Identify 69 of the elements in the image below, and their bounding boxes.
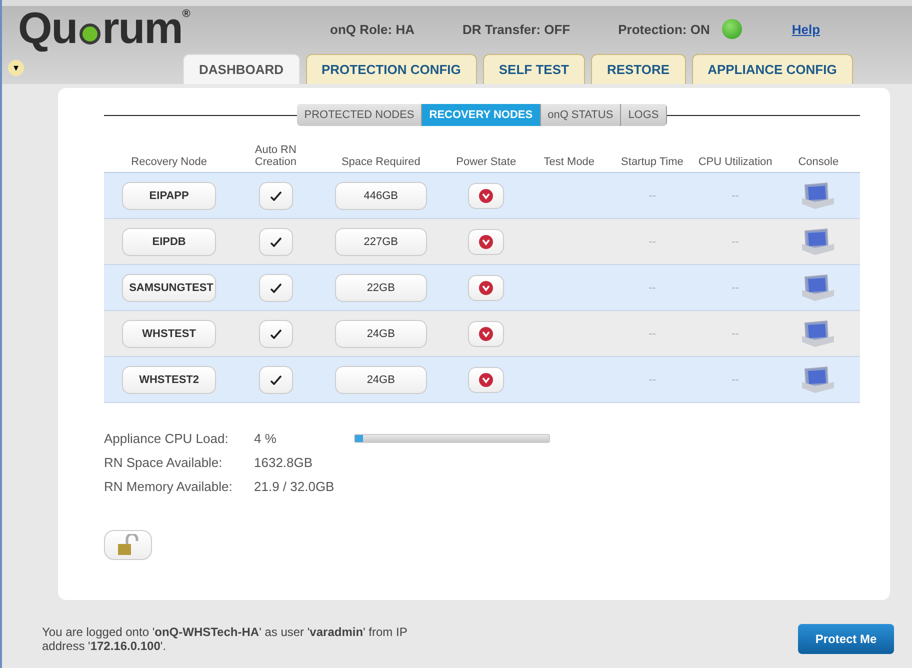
node-name-button[interactable]: SAMSUNGTEST <box>122 274 216 302</box>
monitor-icon[interactable] <box>801 182 836 210</box>
cpu-load-value: 4 % <box>254 431 278 446</box>
power-button[interactable] <box>468 228 504 254</box>
unlock-button[interactable] <box>104 530 152 560</box>
cpu-load-label: Appliance CPU Load: <box>104 431 230 446</box>
protection-status: Protection: ON <box>618 22 710 36</box>
node-name-button[interactable]: EIPAPP <box>122 182 216 210</box>
startup-time-cell: -- <box>610 218 694 264</box>
chevron-down-icon <box>479 372 494 386</box>
startup-time-cell: -- <box>610 310 694 356</box>
menu-toggle-button[interactable]: ▾ <box>8 60 24 76</box>
cpu-utilization-cell: -- <box>694 218 777 264</box>
memory-available-value: 21.9 / 32.0GB <box>254 479 336 494</box>
startup-time-cell: -- <box>610 356 694 402</box>
sub-tab[interactable]: LOGS <box>621 104 667 126</box>
cpu-utilization-cell: -- <box>694 310 777 356</box>
check-icon <box>270 282 282 292</box>
space-required-field[interactable]: 24GB <box>334 320 427 348</box>
chevron-down-icon <box>479 188 494 202</box>
monitor-icon[interactable] <box>801 320 836 348</box>
auto-creation-checkbox[interactable] <box>258 228 293 256</box>
nav-tab[interactable]: DASHBOARD <box>183 54 300 84</box>
space-available-label: RN Space Available: <box>104 455 224 470</box>
nav-tab[interactable]: SELF TEST <box>482 54 585 84</box>
help-link[interactable]: Help <box>792 22 820 36</box>
cpu-utilization-cell: -- <box>694 172 777 218</box>
node-name-button[interactable]: WHSTEST2 <box>122 366 216 394</box>
cpu-utilization-cell: -- <box>694 356 777 402</box>
monitor-icon[interactable] <box>801 274 836 302</box>
auto-creation-checkbox[interactable] <box>258 274 293 302</box>
check-icon <box>270 328 282 338</box>
space-available-value: 1632.8GB <box>254 455 314 470</box>
space-required-field[interactable]: 227GB <box>334 228 427 256</box>
login-info-text: You are logged onto 'onQ-WHSTech-HA' as user 'varadmin' from IP address '172.16.0.100'. <box>42 624 408 654</box>
chevron-down-icon <box>479 280 494 294</box>
node-name-button[interactable]: WHSTEST <box>122 320 216 348</box>
node-name-button[interactable]: EIPDB <box>122 228 216 256</box>
protect-me-button[interactable]: Protect Me <box>798 624 894 654</box>
nav-tab[interactable]: RESTORE <box>590 54 686 84</box>
check-icon <box>270 190 282 200</box>
power-button[interactable] <box>468 274 504 300</box>
power-button[interactable] <box>468 182 504 208</box>
check-icon <box>270 236 282 246</box>
monitor-icon[interactable] <box>801 366 836 394</box>
check-icon <box>270 374 282 384</box>
power-button[interactable] <box>468 320 504 346</box>
role-status: onQ Role: HA <box>330 22 414 36</box>
space-required-field[interactable]: 22GB <box>334 274 427 302</box>
space-required-field[interactable]: 24GB <box>334 366 427 394</box>
nav-tab[interactable]: PROTECTION CONFIG <box>306 54 477 84</box>
padlock-icon <box>115 534 141 556</box>
auto-creation-checkbox[interactable] <box>258 182 293 210</box>
sub-tab[interactable]: onQ STATUS <box>540 104 622 126</box>
power-button[interactable] <box>468 366 504 392</box>
cpu-utilization-cell: -- <box>694 264 777 310</box>
auto-creation-checkbox[interactable] <box>258 320 293 348</box>
chevron-down-icon <box>479 234 494 248</box>
dr-transfer-status: DR Transfer: OFF <box>462 22 570 36</box>
memory-available-label: RN Memory Available: <box>104 479 234 494</box>
startup-time-cell: -- <box>610 264 694 310</box>
logo: Qu rum$^{®}$ <box>18 4 191 54</box>
monitor-icon[interactable] <box>801 228 836 256</box>
auto-creation-checkbox[interactable] <box>258 366 293 394</box>
nav-tab[interactable]: APPLIANCE CONFIG <box>692 54 853 84</box>
sub-tab[interactable]: PROTECTED NODES <box>297 104 422 126</box>
chevron-down-icon <box>479 326 494 340</box>
startup-time-cell: -- <box>610 172 694 218</box>
space-required-field[interactable]: 446GB <box>334 182 427 210</box>
